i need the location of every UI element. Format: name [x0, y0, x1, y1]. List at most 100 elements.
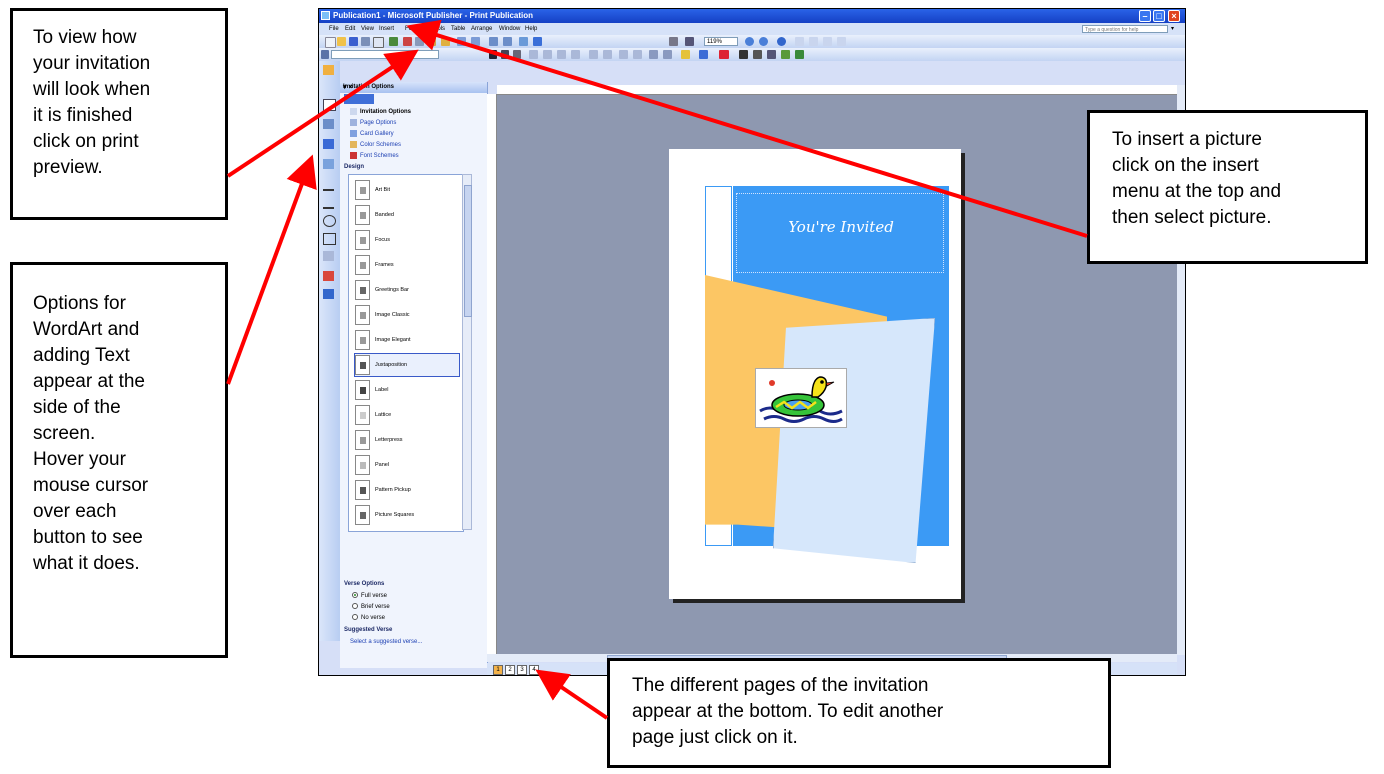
format-painter-icon[interactable]: [441, 37, 450, 46]
help-icon[interactable]: [777, 37, 786, 46]
zoom-out-icon[interactable]: [745, 37, 754, 46]
bold-icon[interactable]: [489, 50, 497, 59]
3d-style-icon[interactable]: [795, 50, 804, 59]
design-item[interactable]: Banded: [355, 204, 459, 226]
page-1-button[interactable]: 1: [493, 665, 503, 675]
select-verse-link[interactable]: Select a suggested verse...: [350, 638, 422, 646]
undo-icon[interactable]: [457, 37, 466, 46]
menu-arrange[interactable]: Arrange: [471, 23, 492, 35]
invitation-options-link[interactable]: Invitation Options: [350, 108, 411, 116]
design-item[interactable]: Image Elegant: [355, 329, 459, 351]
autoshapes-icon[interactable]: [323, 251, 334, 261]
design-item[interactable]: Lattice: [355, 404, 459, 426]
horizontal-ruler[interactable]: [497, 85, 1177, 95]
menu-edit[interactable]: Edit: [345, 23, 355, 35]
task-pane-nav-buttons[interactable]: [344, 94, 374, 104]
justify-icon[interactable]: [571, 50, 580, 59]
special-characters-icon[interactable]: [685, 37, 694, 46]
italic-icon[interactable]: [501, 50, 509, 59]
page-2-button[interactable]: 2: [505, 665, 515, 675]
close-button[interactable]: ×: [1168, 10, 1180, 22]
print-icon[interactable]: [361, 37, 370, 46]
hotspot-icon[interactable]: [323, 289, 334, 299]
design-item[interactable]: Focus: [355, 229, 459, 251]
bullets-icon[interactable]: [603, 50, 612, 59]
help-dropdown-icon[interactable]: ▾: [1171, 23, 1174, 35]
new-icon[interactable]: [325, 37, 336, 48]
research-icon[interactable]: [533, 37, 542, 46]
design-item[interactable]: Letterpress: [355, 429, 459, 451]
align-center-icon[interactable]: [809, 37, 818, 46]
menu-tools[interactable]: Tools: [431, 23, 445, 35]
menu-window[interactable]: Window: [499, 23, 520, 35]
line-style-icon[interactable]: [739, 50, 748, 59]
design-item[interactable]: Panel: [355, 454, 459, 476]
arrow-style-icon[interactable]: [767, 50, 776, 59]
paste-icon[interactable]: [427, 37, 436, 46]
design-item[interactable]: Greetings Bar: [355, 279, 459, 301]
decrease-indent-icon[interactable]: [619, 50, 628, 59]
font-color-icon[interactable]: [719, 50, 729, 59]
design-item[interactable]: Art Bit: [355, 179, 459, 201]
duck-float-clipart[interactable]: [755, 368, 847, 428]
pale-blue-panel-shape[interactable]: [773, 318, 935, 563]
font-schemes-link[interactable]: Font Schemes: [350, 152, 399, 160]
underline-icon[interactable]: [513, 50, 521, 59]
insert-table-icon[interactable]: [323, 119, 334, 129]
design-item[interactable]: Picture Squares: [355, 504, 459, 526]
menu-file[interactable]: File: [329, 23, 339, 35]
align-left-icon[interactable]: [795, 37, 804, 46]
copy-icon[interactable]: [415, 37, 424, 46]
page-options-link[interactable]: Page Options: [350, 119, 396, 127]
design-item[interactable]: Pattern Pickup: [355, 479, 459, 501]
color-schemes-link[interactable]: Color Schemes: [350, 141, 401, 149]
print-preview-icon[interactable]: [373, 37, 384, 48]
card-gallery-link[interactable]: Card Gallery: [350, 130, 394, 138]
open-icon[interactable]: [337, 37, 346, 46]
rectangle-tool-icon[interactable]: [323, 233, 336, 245]
text-box-icon[interactable]: [323, 99, 336, 111]
invitation-headline[interactable]: You're Invited: [733, 218, 949, 236]
menu-table[interactable]: Table: [451, 23, 465, 35]
vertical-ruler[interactable]: [487, 94, 497, 654]
arrow-tool-icon[interactable]: [323, 197, 334, 209]
save-icon[interactable]: [349, 37, 358, 46]
columns-icon[interactable]: [669, 37, 678, 46]
design-item-selected[interactable]: Juxtaposition: [354, 353, 460, 377]
design-gallery-icon[interactable]: [323, 271, 334, 281]
menu-insert[interactable]: Insert: [379, 23, 394, 35]
design-item[interactable]: Image Classic: [355, 304, 459, 326]
center-text-icon[interactable]: [543, 50, 552, 59]
distribute-icon[interactable]: [837, 37, 846, 46]
line-tool-icon[interactable]: [323, 179, 334, 191]
picture-frame-icon[interactable]: [323, 159, 334, 169]
decrease-font-size-icon[interactable]: [663, 50, 672, 59]
align-text-right-icon[interactable]: [557, 50, 566, 59]
design-item[interactable]: Frames: [355, 254, 459, 276]
invitation-page[interactable]: You're Invited: [669, 149, 961, 599]
help-search-input[interactable]: Type a question for help: [1082, 25, 1168, 33]
task-pane-close-icon[interactable]: ▾ ×: [343, 82, 353, 93]
menu-view[interactable]: View: [361, 23, 374, 35]
brief-verse-radio[interactable]: Brief verse: [352, 603, 390, 612]
fill-color-icon[interactable]: [681, 50, 690, 59]
spelling-icon[interactable]: [389, 37, 398, 46]
no-verse-radio[interactable]: No verse: [352, 614, 385, 623]
rotate-icon[interactable]: [503, 37, 512, 46]
dash-style-icon[interactable]: [753, 50, 762, 59]
font-style-select[interactable]: [331, 50, 439, 59]
menu-help[interactable]: Help: [525, 23, 537, 35]
shadow-style-icon[interactable]: [781, 50, 790, 59]
line-color-icon[interactable]: [699, 50, 708, 59]
page-3-button[interactable]: 3: [517, 665, 527, 675]
styles-icon[interactable]: [321, 50, 329, 59]
page-4-button[interactable]: 4: [529, 665, 539, 675]
align-right-icon[interactable]: [823, 37, 832, 46]
align-text-left-icon[interactable]: [529, 50, 538, 59]
insert-hyperlink-icon[interactable]: [519, 37, 528, 46]
increase-indent-icon[interactable]: [633, 50, 642, 59]
cut-icon[interactable]: [403, 37, 412, 46]
minimize-button[interactable]: –: [1139, 10, 1151, 22]
select-objects-icon[interactable]: [323, 65, 334, 75]
oval-tool-icon[interactable]: [323, 215, 336, 227]
